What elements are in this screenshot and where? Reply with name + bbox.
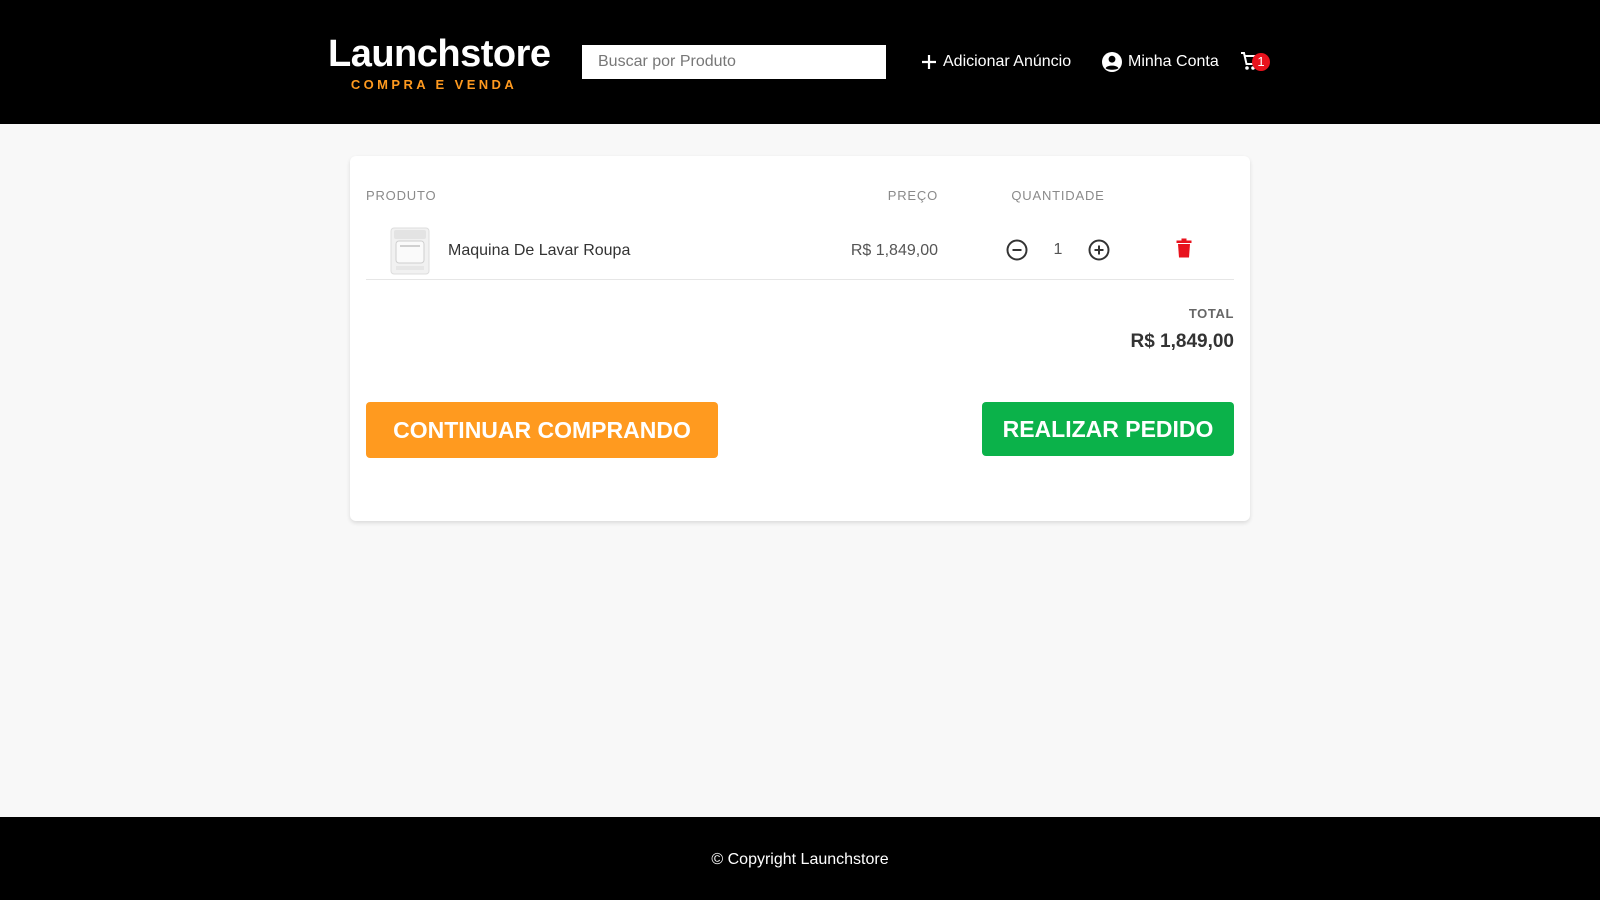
add-listing-label: Adicionar Anúncio [943, 53, 1072, 70]
increase-quantity-button[interactable] [1088, 239, 1110, 261]
site-footer: © Copyright Launchstore [0, 817, 1600, 900]
logo-subtitle: COMPRA E VENDA [350, 77, 518, 92]
add-listing-link[interactable]: Adicionar Anúncio [920, 50, 1071, 74]
column-header-product: PRODUTO [366, 188, 437, 203]
cart-card: PRODUTO PREÇO QUANTIDADE Maquina De Lava… [350, 156, 1250, 521]
total-label: TOTAL [1188, 306, 1234, 321]
plus-icon [922, 55, 936, 69]
copyright-text: © Copyright Launchstore [711, 851, 889, 868]
cart-item-row: Maquina De Lavar Roupa R$ 1,849,00 1 [366, 224, 1234, 280]
cart-count-badge: 1 [1252, 53, 1270, 71]
minus-circle-icon [1006, 239, 1028, 261]
column-header-price: PREÇO [887, 188, 938, 203]
continue-shopping-button[interactable]: CONTINUAR COMPRANDO [366, 402, 718, 458]
place-order-button[interactable]: REALIZAR PEDIDO [982, 402, 1234, 456]
quantity-stepper: 1 [1006, 238, 1110, 262]
product-price: R$ 1,849,00 [850, 242, 938, 259]
account-link[interactable]: Minha Conta [1101, 50, 1219, 74]
decrease-quantity-button[interactable] [1006, 239, 1028, 261]
search-input[interactable] [582, 45, 886, 79]
quantity-value: 1 [1053, 241, 1063, 258]
product-thumbnail[interactable] [388, 226, 432, 276]
site-header: Launchstore COMPRA E VENDA Adicionar Anú… [0, 0, 1600, 124]
column-header-quantity: QUANTIDADE [1011, 188, 1105, 203]
remove-item-button[interactable] [1174, 238, 1194, 260]
plus-circle-icon [1088, 239, 1110, 261]
total-value: R$ 1,849,00 [1130, 331, 1234, 352]
logo[interactable]: Launchstore COMPRA E VENDA [328, 33, 551, 92]
logo-title: Launchstore [328, 33, 551, 75]
account-label: Minha Conta [1128, 53, 1219, 70]
cart-button[interactable]: 1 [1240, 50, 1272, 74]
trash-icon [1176, 238, 1192, 258]
product-name[interactable]: Maquina De Lavar Roupa [448, 242, 630, 260]
account-icon [1102, 52, 1122, 72]
